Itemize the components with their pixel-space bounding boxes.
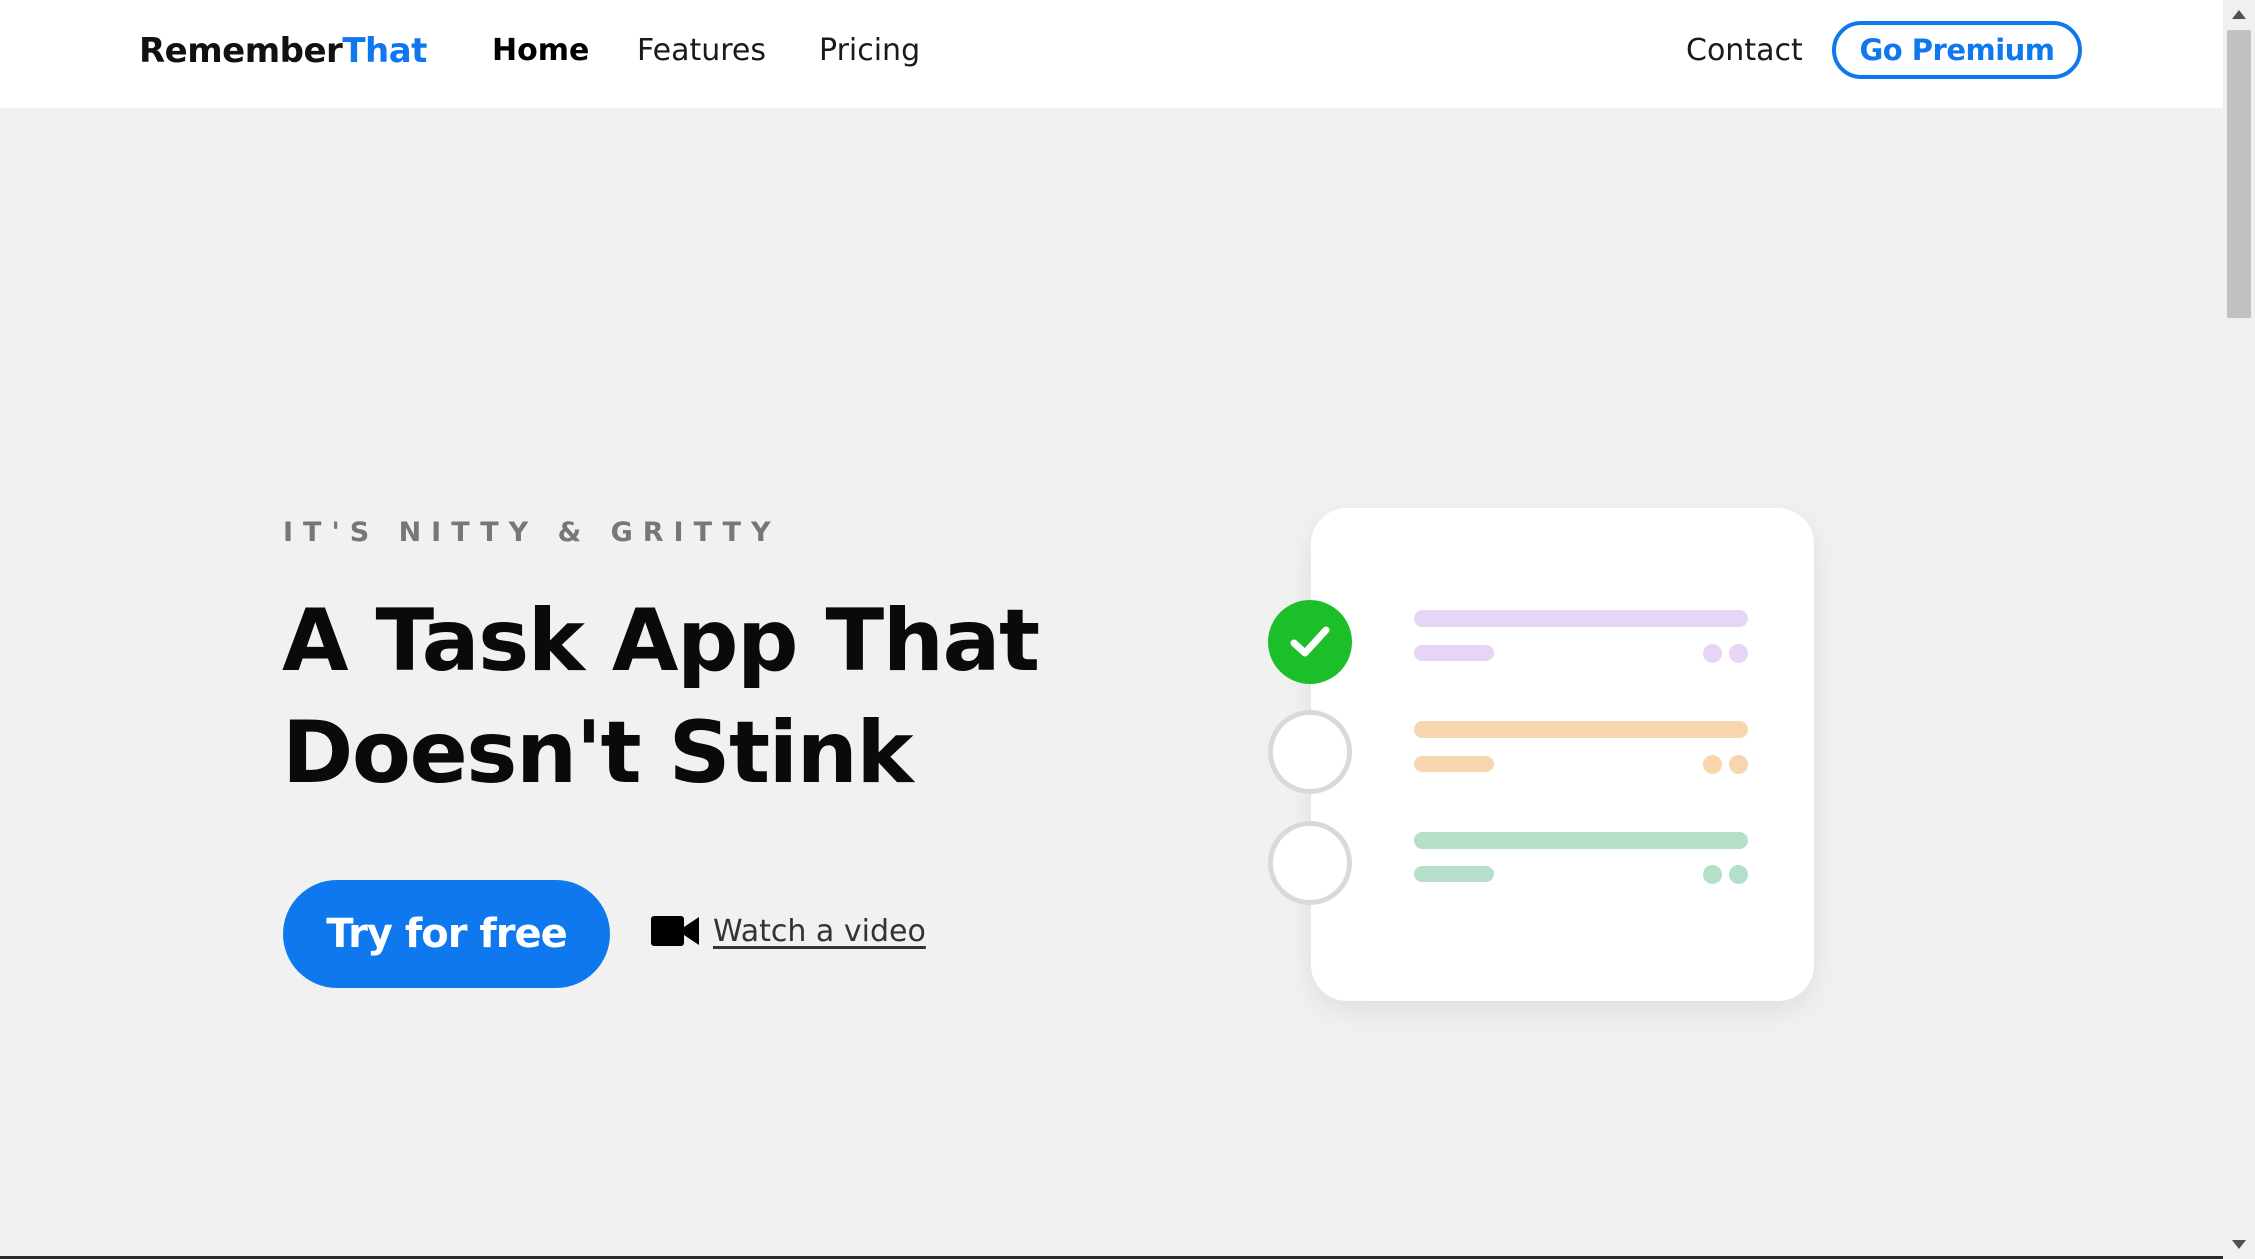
- watch-video-link[interactable]: Watch a video: [651, 906, 926, 956]
- task-dot: [1703, 865, 1722, 884]
- task-line-meta: [1414, 645, 1494, 661]
- task-line-meta: [1414, 866, 1494, 882]
- site-header: RememberThat Home Features Pricing Conta…: [0, 0, 2223, 108]
- task-dot: [1729, 755, 1748, 774]
- logo[interactable]: RememberThat: [139, 30, 427, 72]
- scroll-up-arrow-icon[interactable]: [2223, 0, 2255, 28]
- watch-video-label[interactable]: Watch a video: [713, 914, 926, 949]
- task-checkbox-done: [1268, 600, 1352, 684]
- task-dot: [1729, 865, 1748, 884]
- headline-line-1: A Task App That: [282, 591, 1040, 691]
- page: RememberThat Home Features Pricing Conta…: [0, 0, 2255, 1259]
- video-camera-icon: [651, 916, 699, 946]
- scrollbar-thumb[interactable]: [2227, 30, 2251, 318]
- task-dot: [1703, 755, 1722, 774]
- logo-primary: Remember: [139, 31, 343, 71]
- task-line-title: [1414, 610, 1748, 627]
- task-dot: [1703, 644, 1722, 663]
- scroll-down-arrow-icon[interactable]: [2223, 1231, 2255, 1259]
- task-dot: [1729, 644, 1748, 663]
- task-line-title: [1414, 721, 1748, 738]
- task-checkbox-open: [1268, 821, 1352, 905]
- hero-headline: A Task App That Doesn't Stink: [282, 585, 1102, 809]
- task-checkbox-open: [1268, 710, 1352, 794]
- task-line-title: [1414, 832, 1748, 849]
- hero-eyebrow: IT'S NITTY & GRITTY: [283, 517, 781, 548]
- checkmark-icon: [1290, 626, 1330, 657]
- headline-line-2: Doesn't Stink: [282, 703, 914, 803]
- vertical-scrollbar[interactable]: [2223, 0, 2255, 1259]
- nav-features[interactable]: Features: [637, 32, 766, 70]
- task-line-meta: [1414, 756, 1494, 772]
- nav-pricing[interactable]: Pricing: [819, 32, 920, 70]
- try-for-free-button[interactable]: Try for free: [283, 880, 610, 988]
- nav-home[interactable]: Home: [492, 32, 589, 70]
- logo-accent: That: [342, 31, 427, 71]
- go-premium-button[interactable]: Go Premium: [1832, 21, 2082, 79]
- nav-contact[interactable]: Contact: [1686, 32, 1803, 70]
